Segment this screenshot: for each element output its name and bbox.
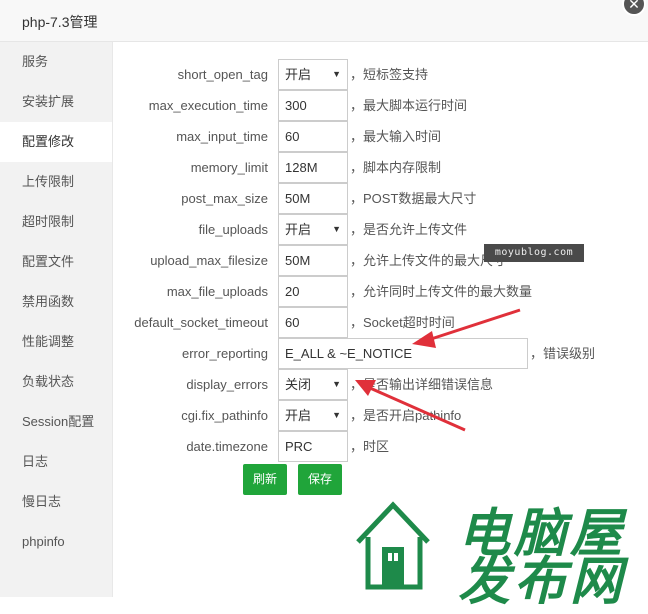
- setting-row: max_file_uploads 20 ，允许同时上传文件的最大数量: [113, 276, 648, 307]
- title-bar: php-7.3管理: [0, 0, 648, 42]
- setting-value: 开启: [285, 67, 312, 82]
- setting-row: error_reporting E_ALL & ~E_NOTICE ，错误级别: [113, 338, 648, 369]
- setting-select[interactable]: 开启 ▼: [278, 214, 348, 245]
- house-logo-icon: [356, 501, 430, 590]
- sidebar-item[interactable]: 配置文件: [0, 242, 112, 282]
- sidebar-item[interactable]: 性能调整: [0, 322, 112, 362]
- setting-label: max_execution_time: [148, 98, 268, 113]
- setting-description: ，最大脚本运行时间: [350, 98, 468, 113]
- setting-row: cgi.fix_pathinfo 开启 ▼ ，是否开启pathinfo: [113, 400, 648, 431]
- setting-description: ，短标签支持: [350, 67, 429, 82]
- setting-input[interactable]: 300: [278, 90, 348, 121]
- setting-value: PRC: [285, 439, 313, 454]
- setting-select[interactable]: 开启 ▼: [278, 400, 348, 431]
- setting-label: memory_limit: [190, 160, 268, 175]
- setting-description: ，错误级别: [530, 346, 596, 361]
- php-manager-window: php-7.3管理 ✕ 服务 安装扩展 配置修改 上传限制 超时限制 配置文件 禁用函数 性能…: [0, 0, 648, 612]
- setting-description: ，最大输入时间: [350, 129, 442, 144]
- dropdown-arrow-icon: ▼: [332, 410, 341, 420]
- setting-description: ，是否开启pathinfo: [350, 408, 462, 423]
- setting-value: E_ALL & ~E_NOTICE: [285, 346, 413, 361]
- setting-value: 300: [285, 98, 307, 113]
- setting-description: ，时区: [350, 439, 390, 454]
- sidebar-item[interactable]: Session配置: [0, 402, 112, 442]
- setting-description: ，是否允许上传文件: [350, 222, 468, 237]
- setting-description: ，是否输出详细错误信息: [350, 377, 494, 392]
- setting-input[interactable]: PRC: [278, 431, 348, 462]
- setting-description: ，允许上传文件的最大尺寸: [350, 253, 507, 268]
- sidebar: 服务 安装扩展 配置修改 上传限制 超时限制 配置文件 禁用函数 性能调整 负载状态 Sessio…: [0, 42, 113, 597]
- setting-input[interactable]: 128M: [278, 152, 348, 183]
- setting-row: post_max_size 50M ，POST数据最大尺寸: [113, 183, 648, 214]
- setting-value: 关闭: [285, 377, 312, 392]
- watermark-url: moyublog.com: [484, 244, 584, 262]
- setting-select[interactable]: 开启 ▼: [278, 59, 348, 90]
- setting-label: max_file_uploads: [166, 284, 268, 299]
- sidebar-item[interactable]: 禁用函数: [0, 282, 112, 322]
- setting-row: default_socket_timeout 60 ，Socket超时时间: [113, 307, 648, 338]
- setting-input[interactable]: 20: [278, 276, 348, 307]
- setting-label: upload_max_filesize: [150, 253, 268, 268]
- setting-value: 128M: [285, 160, 318, 175]
- sidebar-item[interactable]: 慢日志: [0, 482, 112, 522]
- setting-description: ，Socket超时时间: [350, 315, 455, 330]
- setting-input[interactable]: 50M: [278, 245, 348, 276]
- refresh-button[interactable]: 刷新: [243, 464, 288, 495]
- setting-description: ，允许同时上传文件的最大数量: [350, 284, 533, 299]
- setting-input[interactable]: 50M: [278, 183, 348, 214]
- save-button[interactable]: 保存: [298, 464, 343, 495]
- setting-row: display_errors 关闭 ▼ ，是否输出详细错误信息: [113, 369, 648, 400]
- setting-row: memory_limit 128M ，脚本内存限制: [113, 152, 648, 183]
- setting-input[interactable]: 60: [278, 121, 348, 152]
- setting-description: ，脚本内存限制: [350, 160, 442, 175]
- setting-label: default_socket_timeout: [134, 315, 268, 330]
- setting-label: short_open_tag: [177, 67, 268, 82]
- setting-label: error_reporting: [182, 346, 268, 361]
- setting-value: 60: [285, 129, 300, 144]
- logo-text-line2: 发布网: [458, 551, 627, 612]
- setting-row: short_open_tag 开启 ▼ ，短标签支持: [113, 59, 648, 90]
- setting-value: 开启: [285, 408, 312, 423]
- setting-value: 50M: [285, 191, 311, 206]
- setting-value: 50M: [285, 253, 311, 268]
- setting-label: post_max_size: [181, 191, 268, 206]
- setting-input[interactable]: 60: [278, 307, 348, 338]
- sidebar-item[interactable]: phpinfo: [0, 522, 112, 562]
- setting-description: ，POST数据最大尺寸: [350, 191, 477, 206]
- dropdown-arrow-icon: ▼: [332, 379, 341, 389]
- sidebar-item[interactable]: 配置修改: [0, 122, 112, 162]
- sidebar-item[interactable]: 安装扩展: [0, 82, 112, 122]
- sidebar-item[interactable]: 日志: [0, 442, 112, 482]
- site-logo: 电脑屋 发布网: [348, 487, 648, 612]
- setting-row: date.timezone PRC ，时区: [113, 431, 648, 462]
- setting-label: date.timezone: [186, 439, 268, 454]
- setting-value: 开启: [285, 222, 312, 237]
- setting-value: 20: [285, 284, 300, 299]
- setting-row: max_execution_time 300 ，最大脚本运行时间: [113, 90, 648, 121]
- sidebar-item[interactable]: 负载状态: [0, 362, 112, 402]
- setting-label: max_input_time: [176, 129, 268, 144]
- setting-value: 60: [285, 315, 300, 330]
- setting-row: file_uploads 开启 ▼ ，是否允许上传文件: [113, 214, 648, 245]
- dropdown-arrow-icon: ▼: [332, 69, 341, 79]
- setting-input[interactable]: E_ALL & ~E_NOTICE: [278, 338, 528, 369]
- sidebar-item[interactable]: 服务: [0, 42, 112, 82]
- setting-label: file_uploads: [198, 222, 268, 237]
- setting-label: cgi.fix_pathinfo: [181, 408, 268, 423]
- setting-select[interactable]: 关闭 ▼: [278, 369, 348, 400]
- sidebar-item[interactable]: 上传限制: [0, 162, 112, 202]
- window-title: php-7.3管理: [22, 14, 98, 30]
- setting-label: display_errors: [186, 377, 268, 392]
- sidebar-item[interactable]: 超时限制: [0, 202, 112, 242]
- dropdown-arrow-icon: ▼: [332, 224, 341, 234]
- setting-row: max_input_time 60 ，最大输入时间: [113, 121, 648, 152]
